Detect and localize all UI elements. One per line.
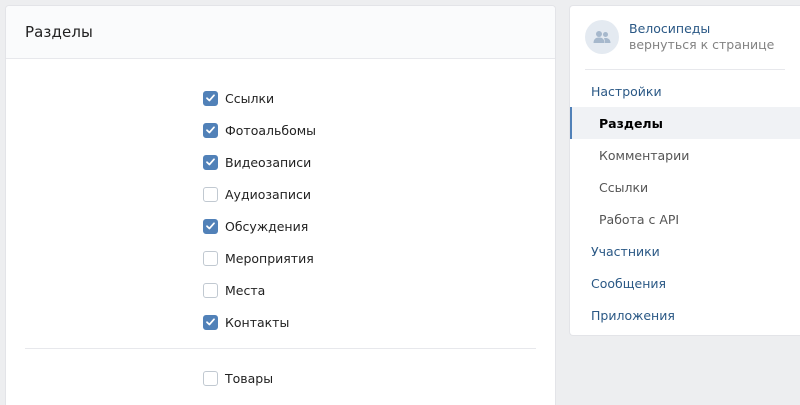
sidebar-panel: Велосипеды вернуться к странице Настройк…: [569, 5, 800, 336]
checkbox-icon[interactable]: [203, 218, 218, 234]
menu-item[interactable]: Работа с API: [570, 203, 800, 235]
panel-header: Разделы: [6, 6, 555, 59]
checkbox-label: Мероприятия: [225, 250, 314, 266]
checkbox-icon[interactable]: [203, 314, 218, 330]
checkbox-item[interactable]: Аудиозаписи: [203, 178, 316, 210]
checkmark-icon: [206, 222, 215, 230]
menu-item[interactable]: Настройки: [570, 75, 800, 107]
checkbox-label: Обсуждения: [225, 218, 309, 234]
sections-panel: Разделы Ссылки Фотоальбомы Видеозаписи Ауди…: [5, 5, 556, 405]
community-icon: [593, 31, 611, 43]
checkbox-icon[interactable]: [203, 282, 218, 298]
checkbox-label: Товары: [225, 370, 274, 386]
checkbox-label: Контакты: [225, 314, 290, 330]
checkbox-label: Фотоальбомы: [225, 122, 317, 138]
checkmark-icon: [206, 94, 215, 102]
menu-item[interactable]: Ссылки: [570, 171, 800, 203]
checkbox-item[interactable]: Фотоальбомы: [203, 114, 316, 146]
checkmark-icon: [206, 126, 215, 134]
sections-checkbox-list: Ссылки Фотоальбомы Видеозаписи Аудиозаписи О…: [203, 82, 316, 338]
checkmark-icon: [206, 318, 215, 326]
checkbox-item[interactable]: Мероприятия: [203, 242, 316, 274]
checkmark-icon: [206, 158, 215, 166]
checkbox-label: Аудиозаписи: [225, 186, 311, 202]
sidebar-divider: [585, 69, 785, 70]
goods-row: Товары: [203, 362, 273, 394]
checkbox-label: Ссылки: [225, 90, 275, 106]
checkbox-icon[interactable]: [203, 186, 218, 202]
menu-item[interactable]: Участники: [570, 235, 800, 267]
checkbox-item[interactable]: Ссылки: [203, 82, 316, 114]
checkbox-icon[interactable]: [203, 90, 218, 106]
group-header[interactable]: Велосипеды вернуться к странице: [585, 20, 774, 54]
checkbox-icon[interactable]: [203, 250, 218, 266]
settings-menu: Настройки Разделы Комментарии Ссылки Работа …: [570, 75, 800, 331]
menu-item[interactable]: Сообщения: [570, 267, 800, 299]
menu-item[interactable]: Разделы: [570, 107, 800, 139]
checkbox-icon[interactable]: [203, 370, 218, 386]
checkbox-item[interactable]: Видеозаписи: [203, 146, 316, 178]
checkbox-icon[interactable]: [203, 154, 218, 170]
group-name[interactable]: Велосипеды: [629, 21, 774, 37]
checkbox-label: Видеозаписи: [225, 154, 312, 170]
menu-item[interactable]: Приложения: [570, 299, 800, 331]
checkbox-item[interactable]: Места: [203, 274, 316, 306]
avatar: [585, 20, 619, 54]
checkbox-item[interactable]: Обсуждения: [203, 210, 316, 242]
menu-item[interactable]: Комментарии: [570, 139, 800, 171]
checkbox-item[interactable]: Контакты: [203, 306, 316, 338]
checkbox-label: Места: [225, 282, 266, 298]
divider: [25, 348, 536, 349]
back-to-page-link[interactable]: вернуться к странице: [629, 37, 774, 53]
panel-title: Разделы: [25, 23, 93, 41]
checkbox-icon[interactable]: [203, 122, 218, 138]
checkbox-goods[interactable]: Товары: [203, 362, 273, 394]
